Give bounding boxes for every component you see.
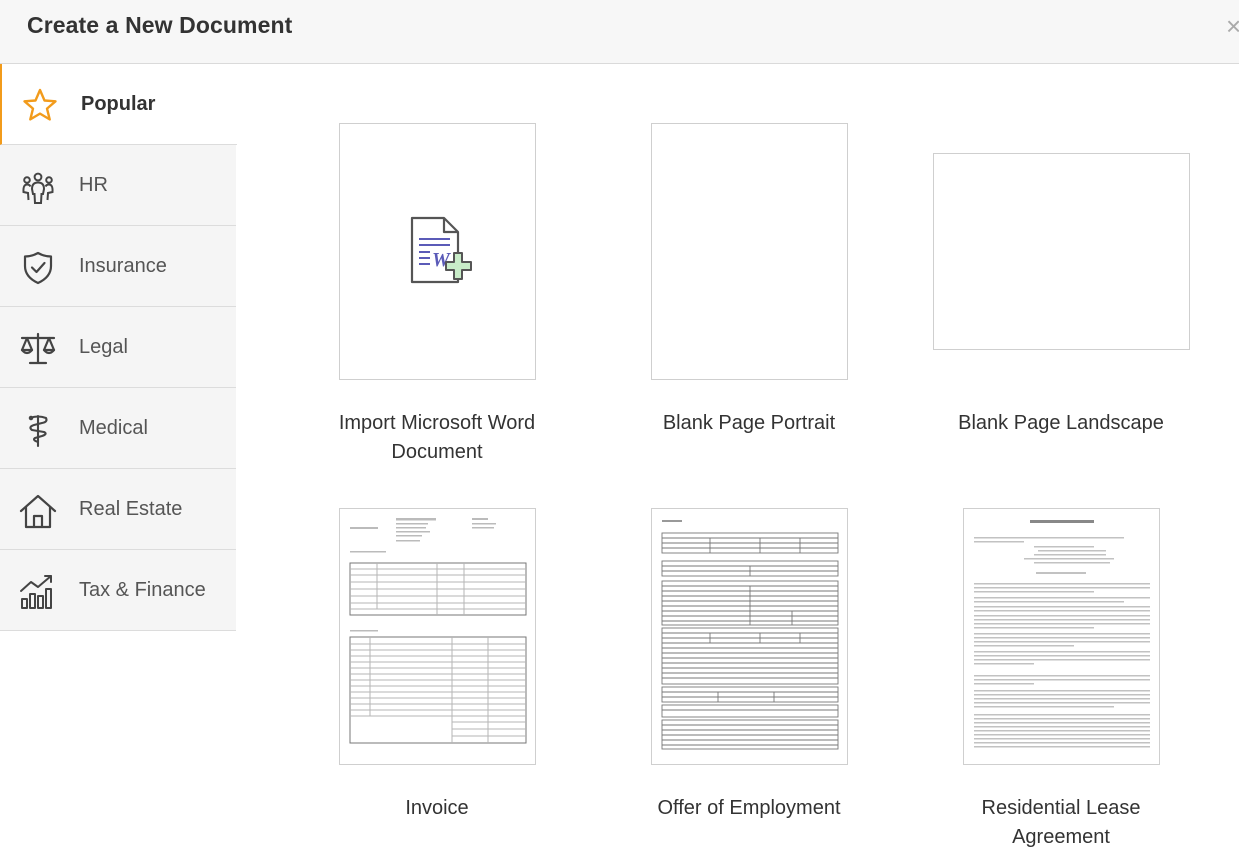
sidebar-item-tax-finance[interactable]: Tax & Finance [0,550,236,631]
dialog-title: Create a New Document [27,12,293,38]
template-card-offer-of-employment[interactable] [651,508,848,765]
sidebar-item-insurance[interactable]: Insurance [0,226,236,307]
sidebar-item-label: Popular [81,93,156,115]
house-icon [19,494,57,529]
star-icon [23,88,57,121]
template-card-blank-portrait[interactable] [651,123,848,380]
sidebar-item-hr[interactable]: HR [0,145,236,226]
close-button[interactable]: × [1226,12,1239,40]
shield-check-icon [23,251,53,285]
template-label[interactable]: Blank Page Portrait [619,409,879,438]
caduceus-icon [28,414,48,448]
word-import-icon: W [410,216,472,284]
sidebar-item-label: Tax & Finance [79,579,206,601]
lease-preview-graphic [974,520,1150,748]
sidebar-item-label: Medical [79,417,148,439]
category-sidebar: Popular HR Insurance Legal Medical Real … [0,64,237,859]
invoice-preview-graphic [349,518,527,744]
sidebar-item-label: Insurance [79,255,167,277]
template-label[interactable]: Blank Page Landscape [931,409,1191,438]
template-label[interactable]: Invoice [307,794,567,823]
template-label[interactable]: Import Microsoft Word Document [307,409,567,467]
dialog-header: Create a New Document × [0,0,1239,64]
sidebar-item-medical[interactable]: Medical [0,388,236,469]
sidebar-item-real-estate[interactable]: Real Estate [0,469,236,550]
sidebar-item-label: Legal [79,336,128,358]
sidebar-item-label: Real Estate [79,498,183,520]
template-label[interactable]: Residential Lease Agreement [931,794,1191,852]
template-card-invoice[interactable] [339,508,536,765]
sidebar-item-label: HR [79,174,108,196]
template-card-import-word[interactable]: W [339,123,536,380]
sidebar-empty-area [0,631,236,859]
template-card-residential-lease[interactable] [963,508,1160,765]
template-card-blank-landscape[interactable] [933,153,1190,350]
offer-preview-graphic [661,520,839,750]
finance-chart-icon [20,575,52,609]
sidebar-item-legal[interactable]: Legal [0,307,236,388]
template-label[interactable]: Offer of Employment [619,794,879,823]
sidebar-item-popular[interactable]: Popular [0,64,237,145]
people-icon [22,172,54,204]
scales-icon [20,332,56,365]
